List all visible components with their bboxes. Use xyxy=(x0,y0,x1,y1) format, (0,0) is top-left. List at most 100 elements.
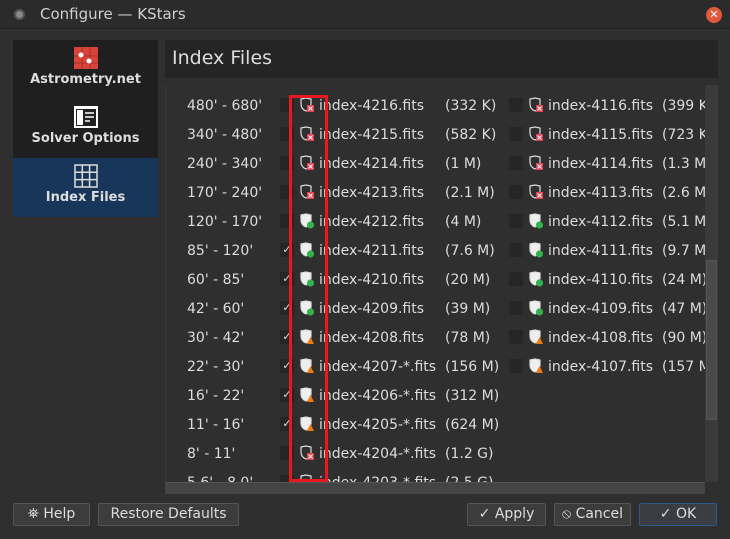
file-name: index-4208.fits xyxy=(319,330,425,346)
index-checkbox[interactable] xyxy=(509,243,523,257)
index-checkbox[interactable] xyxy=(509,185,523,199)
file-name: index-4113.fits xyxy=(548,185,654,201)
apply-button[interactable]: ✓ Apply xyxy=(467,503,546,526)
grid-icon xyxy=(73,164,98,188)
file-name: index-4212.fits xyxy=(319,214,425,230)
file-size: (157 M xyxy=(662,359,711,375)
solver-options-icon xyxy=(73,106,98,128)
file-size: (312 M) xyxy=(445,388,500,404)
help-button[interactable]: ⛯ Help xyxy=(13,503,90,526)
file-size: (2.1 M) xyxy=(445,185,495,201)
file-name: index-4210.fits xyxy=(319,272,425,288)
file-name: index-4110.fits xyxy=(548,272,654,288)
index-checkbox[interactable] xyxy=(509,330,523,344)
file-size: (399 K xyxy=(662,98,708,114)
table-row: 85' - 120' ✓ index-4211.fits (7.6 M) ind… xyxy=(166,237,712,266)
ok-button[interactable]: ✓ OK xyxy=(639,503,717,526)
file-name: index-4216.fits xyxy=(319,98,425,114)
file-name: index-4215.fits xyxy=(319,127,425,143)
file-name: index-4109.fits xyxy=(548,301,654,317)
cancel-button[interactable]: ⦸ Cancel xyxy=(554,503,631,526)
check-icon: ✓ xyxy=(478,506,491,522)
file-size: (624 M) xyxy=(445,417,500,433)
restore-defaults-button[interactable]: Restore Defaults xyxy=(98,503,239,526)
table-row: 120' - 170' index-4212.fits (4 M) index-… xyxy=(166,208,712,237)
window-menu-icon[interactable] xyxy=(14,9,25,20)
sidebar-item-solver-options[interactable]: Solver Options xyxy=(13,99,158,158)
cancel-icon: ⦸ xyxy=(561,506,572,522)
range-label: 42' - 60' xyxy=(187,301,245,317)
close-button[interactable]: ✕ xyxy=(706,7,722,23)
index-file-list: 480' - 680' index-4216.fits (332 K) inde… xyxy=(165,85,718,494)
table-row: 30' - 42' ✓ index-4208.fits (78 M) index… xyxy=(166,324,708,353)
horizontal-scrollbar[interactable] xyxy=(165,482,705,494)
file-name: index-4116.fits xyxy=(548,98,654,114)
index-checkbox[interactable] xyxy=(509,127,523,141)
index-checkbox[interactable] xyxy=(509,214,523,228)
file-size: (24 M) xyxy=(662,272,708,288)
file-name: index-4209.fits xyxy=(319,301,425,317)
status-shield-icon xyxy=(529,213,543,229)
table-row: 170' - 240' index-4213.fits (2.1 M) inde… xyxy=(166,179,712,208)
file-name: index-4214.fits xyxy=(319,156,425,172)
file-name: index-4204-*.fits xyxy=(319,446,437,462)
index-checkbox[interactable] xyxy=(509,156,523,170)
file-name: index-4107.fits xyxy=(548,359,654,375)
page-header: Index Files xyxy=(165,40,718,78)
sidebar-item-label: Index Files xyxy=(45,190,126,205)
index-checkbox[interactable] xyxy=(509,301,523,315)
file-size: (90 M) xyxy=(662,330,708,346)
file-size: (7.6 M) xyxy=(445,243,495,259)
sidebar-item-label: Solver Options xyxy=(31,131,140,146)
range-label: 16' - 22' xyxy=(187,388,245,404)
sidebar: Astrometry.net Solver Options Index File… xyxy=(13,40,158,217)
file-name: index-4114.fits xyxy=(548,156,654,172)
sidebar-item-astrometry[interactable]: Astrometry.net xyxy=(13,40,158,99)
range-label: 340' - 480' xyxy=(187,127,263,143)
status-shield-icon xyxy=(529,329,543,344)
page-title: Index Files xyxy=(172,47,273,69)
file-size: (78 M) xyxy=(445,330,491,346)
index-checkbox[interactable] xyxy=(509,272,523,286)
range-label: 30' - 42' xyxy=(187,330,245,346)
file-size: (1.2 G) xyxy=(445,446,494,462)
file-size: (47 M) xyxy=(662,301,708,317)
sidebar-item-index-files[interactable]: Index Files xyxy=(13,158,158,217)
file-size: (1 M) xyxy=(445,156,482,172)
file-name: index-4206-*.fits xyxy=(319,388,437,404)
file-name: index-4108.fits xyxy=(548,330,654,346)
file-size: (156 M) xyxy=(445,359,500,375)
help-icon: ⛯ xyxy=(27,506,39,522)
table-row: 16' - 22' ✓ index-4206-*.fits (312 M) xyxy=(166,382,706,411)
highlight-box xyxy=(289,95,328,482)
table-row: 11' - 16' ✓ index-4205-*.fits (624 M) xyxy=(166,411,706,440)
file-size: (4 M) xyxy=(445,214,482,230)
table-row: 8' - 11' index-4204-*.fits (1.2 G) xyxy=(166,440,706,469)
file-size: (332 K) xyxy=(445,98,497,114)
file-size: (39 M) xyxy=(445,301,491,317)
file-name: index-4112.fits xyxy=(548,214,654,230)
window-title: Configure — KStars xyxy=(40,5,186,23)
status-shield-icon xyxy=(529,126,543,141)
scrollbar-thumb[interactable] xyxy=(706,260,717,420)
range-label: 120' - 170' xyxy=(187,214,263,230)
table-row: 240' - 340' index-4214.fits (1 M) index-… xyxy=(166,150,712,179)
file-size: (20 M) xyxy=(445,272,491,288)
file-name: index-4213.fits xyxy=(319,185,425,201)
range-label: 22' - 30' xyxy=(187,359,245,375)
index-checkbox[interactable] xyxy=(509,98,523,112)
table-row: 42' - 60' ✓ index-4209.fits (39 M) index… xyxy=(166,295,708,324)
status-shield-icon xyxy=(529,184,543,199)
status-shield-icon xyxy=(529,97,543,112)
status-shield-icon xyxy=(529,155,543,170)
sidebar-item-label: Astrometry.net xyxy=(30,72,141,87)
index-checkbox[interactable] xyxy=(509,359,523,373)
file-name: index-4115.fits xyxy=(548,127,654,143)
status-shield-icon xyxy=(529,300,543,316)
range-label: 8' - 11' xyxy=(187,446,236,462)
range-label: 11' - 16' xyxy=(187,417,245,433)
status-shield-icon xyxy=(529,242,543,258)
file-name: index-4211.fits xyxy=(319,243,425,259)
file-name: index-4207-*.fits xyxy=(319,359,437,375)
table-row: 340' - 480' index-4215.fits (582 K) inde… xyxy=(166,121,708,150)
